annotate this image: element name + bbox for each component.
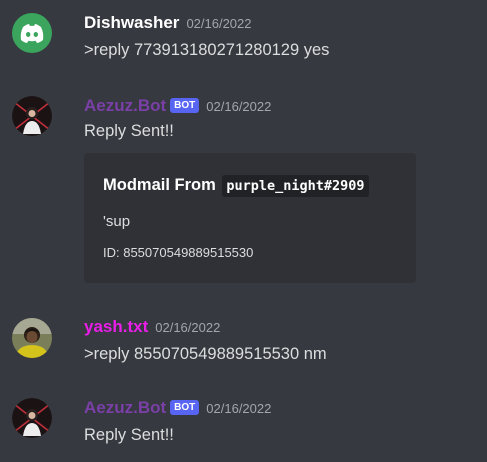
bot-badge: BOT: [170, 98, 200, 113]
message-text: >reply 855070549889515530 nm: [84, 345, 327, 363]
username[interactable]: Dishwasher: [84, 13, 179, 32]
embed-title-code: purple_night#2909: [222, 175, 369, 197]
timestamp: 02/16/2022: [155, 320, 221, 335]
message-text: Reply Sent!!: [84, 426, 174, 444]
embed-footer: ID: 855070549889515530: [103, 245, 254, 260]
bot-badge: BOT: [170, 400, 200, 415]
embed-description: 'sup: [103, 213, 131, 230]
timestamp: 02/16/2022: [206, 99, 272, 114]
embed-title-text: Modmail From: [103, 176, 216, 194]
timestamp: 02/16/2022: [206, 401, 272, 416]
embed-title: Modmail From purple_night#2909: [103, 175, 369, 197]
message-text: Reply Sent!!: [84, 122, 174, 140]
bot-avatar-icon[interactable]: [12, 96, 52, 136]
message-text: >reply 773913180271280129 yes: [84, 41, 330, 59]
username[interactable]: Aezuz.Bot: [84, 398, 166, 417]
username[interactable]: Aezuz.Bot: [84, 96, 166, 115]
username[interactable]: yash.txt: [84, 317, 148, 336]
user-photo-avatar[interactable]: [12, 318, 52, 358]
bot-avatar-icon[interactable]: [12, 398, 52, 438]
discord-logo-icon[interactable]: [12, 13, 52, 53]
modmail-embed: Modmail From purple_night#2909 'sup ID: …: [84, 153, 416, 283]
timestamp: 02/16/2022: [186, 16, 252, 31]
